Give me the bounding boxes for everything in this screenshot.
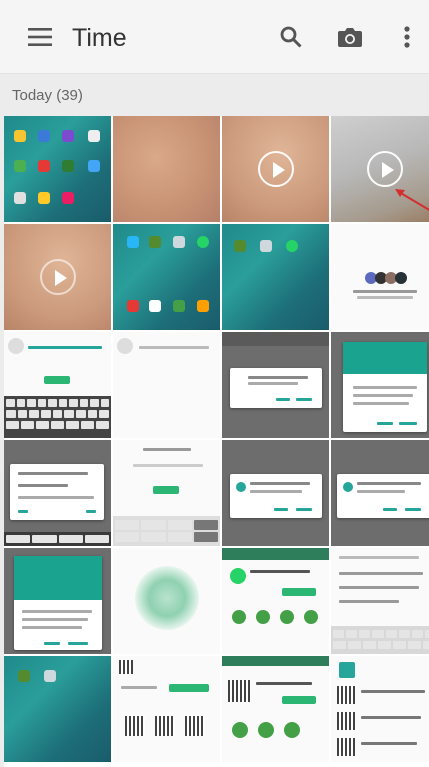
photo-thumbnail[interactable] [4,116,111,222]
photo-thumbnail[interactable] [113,332,220,438]
photo-grid [4,116,429,767]
photo-thumbnail[interactable] [222,656,329,762]
photo-thumbnail[interactable] [4,440,111,546]
video-thumbnail[interactable] [4,224,111,330]
page-title: Time [72,24,127,52]
photo-thumbnail[interactable] [222,548,329,654]
play-icon [366,151,403,187]
photo-thumbnail[interactable] [113,116,220,222]
search-icon[interactable] [271,17,311,57]
photo-thumbnail[interactable] [222,440,329,546]
hamburger-menu-icon[interactable] [20,17,60,57]
photo-thumbnail[interactable] [113,548,220,654]
photo-thumbnail[interactable] [331,656,429,762]
photo-thumbnail[interactable] [113,224,220,330]
play-icon [39,259,76,295]
photo-thumbnail[interactable] [331,224,429,330]
photo-thumbnail[interactable] [113,440,220,546]
photo-thumbnail[interactable] [113,656,220,762]
photo-thumbnail[interactable] [331,440,429,546]
app-bar: Time [0,0,429,74]
photo-thumbnail[interactable] [4,332,111,438]
red-arrow-icon [395,189,429,212]
photo-thumbnail[interactable] [4,656,111,762]
photo-thumbnail[interactable] [331,548,429,654]
section-date-label: Today (39) [12,87,83,104]
photo-thumbnail[interactable] [222,332,329,438]
more-vert-icon[interactable] [387,17,427,57]
play-icon [257,151,294,187]
photo-thumbnail[interactable] [331,332,429,438]
photo-thumbnail[interactable] [222,224,329,330]
date-section-header: Today (39) [0,74,429,118]
video-thumbnail[interactable] [331,116,429,222]
camera-icon[interactable] [330,17,370,57]
photo-thumbnail[interactable] [4,548,111,654]
video-thumbnail[interactable] [222,116,329,222]
